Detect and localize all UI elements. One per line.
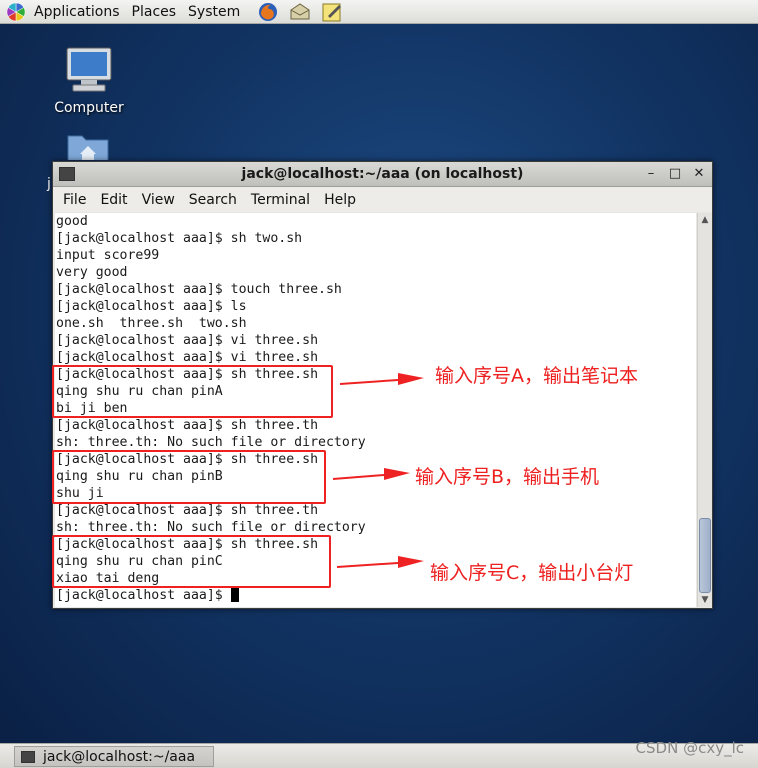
- menu-terminal[interactable]: Terminal: [244, 192, 317, 208]
- terminal-line: good: [56, 214, 88, 229]
- annotation-box-b: [52, 450, 326, 504]
- terminal-line: [jack@localhost aaa]$ touch three.sh: [56, 282, 342, 297]
- terminal-line: [jack@localhost aaa]$ sh two.sh: [56, 231, 303, 246]
- desktop-icon-home[interactable]: [48, 130, 128, 160]
- watermark: CSDN @cxy_lc: [635, 739, 744, 757]
- scrollbar-thumb[interactable]: [699, 518, 711, 593]
- terminal-line: sh: three.th: No such file or directory: [56, 435, 366, 450]
- menu-system[interactable]: System: [182, 0, 246, 24]
- firefox-icon[interactable]: [256, 1, 280, 23]
- menu-search[interactable]: Search: [182, 192, 244, 208]
- terminal-line: very good: [56, 265, 128, 280]
- mail-icon[interactable]: [288, 1, 312, 23]
- terminal-cursor: [230, 587, 239, 602]
- scroll-down-arrow-icon[interactable]: ▼: [698, 593, 712, 607]
- menu-edit[interactable]: Edit: [93, 192, 134, 208]
- desktop-icon-label: Computer: [54, 100, 124, 116]
- menu-view[interactable]: View: [135, 192, 182, 208]
- terminal-line: [jack@localhost aaa]$ ls: [56, 299, 247, 314]
- terminal-line: [jack@localhost aaa]$ vi three.sh: [56, 333, 319, 348]
- menu-applications[interactable]: Applications: [28, 0, 126, 24]
- annotation-note-a: 输入序号A，输出笔记本: [435, 365, 638, 387]
- computer-icon: [66, 47, 112, 92]
- menu-help[interactable]: Help: [317, 192, 363, 208]
- top-panel: Applications Places System: [0, 0, 758, 24]
- terminal-prompt-line: [jack@localhost aaa]$: [56, 587, 696, 604]
- desktop-icon-computer[interactable]: Computer: [49, 46, 129, 116]
- window-titlebar[interactable]: jack@localhost:~/aaa (on localhost) – □ …: [53, 162, 712, 187]
- desktop-icon-home-label: j: [47, 176, 51, 192]
- terminal-icon: [21, 750, 35, 763]
- terminal-scrollbar[interactable]: ▲ ▼: [697, 213, 712, 607]
- annotation-box-a: [52, 365, 333, 418]
- taskbar-terminal-button[interactable]: jack@localhost:~/aaa: [14, 746, 214, 767]
- terminal-prompt: [jack@localhost aaa]$: [56, 588, 231, 603]
- terminal-line: sh: three.th: No such file or directory: [56, 520, 366, 535]
- annotation-box-c: [52, 535, 331, 588]
- taskbar-terminal-label: jack@localhost:~/aaa: [43, 748, 196, 765]
- terminal-line: one.sh three.sh two.sh: [56, 316, 247, 331]
- menu-places[interactable]: Places: [126, 0, 183, 24]
- home-folder-icon: [67, 135, 109, 160]
- annotation-note-c: 输入序号C，输出小台灯: [430, 562, 634, 584]
- notes-icon[interactable]: [320, 1, 344, 23]
- window-title: jack@localhost:~/aaa (on localhost): [241, 166, 524, 182]
- terminal-line: input score99: [56, 248, 160, 263]
- close-button[interactable]: ✕: [692, 166, 706, 181]
- annotation-note-b: 输入序号B，输出手机: [415, 466, 600, 488]
- distro-logo-icon[interactable]: [4, 1, 28, 23]
- terminal-line: [jack@localhost aaa]$ sh three.th: [56, 503, 319, 518]
- scroll-up-arrow-icon[interactable]: ▲: [698, 213, 712, 227]
- menu-file[interactable]: File: [56, 192, 93, 208]
- maximize-button[interactable]: □: [668, 166, 682, 181]
- terminal-line: [jack@localhost aaa]$ sh three.th: [56, 418, 319, 433]
- window-menubar: File Edit View Search Terminal Help: [53, 187, 712, 212]
- minimize-button[interactable]: –: [644, 166, 658, 181]
